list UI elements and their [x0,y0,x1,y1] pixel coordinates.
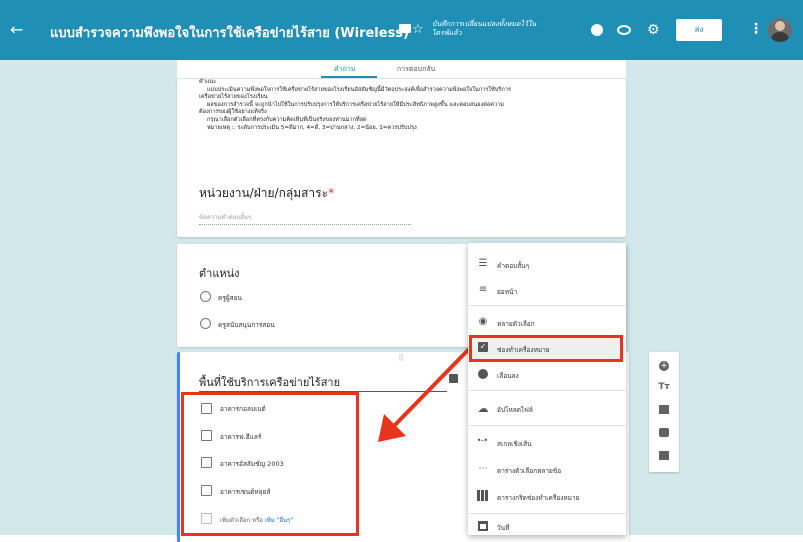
required-mark: * [328,186,335,200]
folder-icon[interactable] [399,24,411,33]
linear-scale-icon: •–• [476,436,488,445]
add-question-icon[interactable]: + [659,361,669,371]
add-image-icon[interactable] [659,405,669,414]
radio-button-icon: ◉ [478,316,488,327]
arrow-left-icon[interactable]: ← [10,22,23,38]
dropdown-icon [478,369,488,379]
palette-icon[interactable] [591,24,603,36]
option-label: ครูสนับสนุนการสอน [218,321,275,329]
menu-item-multiple-choice-grid[interactable]: ตารางตัวเลือกหลายข้อ [497,466,561,476]
cloud-upload-icon: ☁ [477,402,489,415]
short-text-icon: ☰ [478,258,488,269]
menu-divider [468,425,626,426]
grid-dots-icon: ⋯ [478,464,488,474]
annotation-arrow [378,346,472,442]
menu-divider [468,305,626,306]
menu-item-file-upload[interactable]: อัปโหลดไฟล์ [497,405,533,415]
gear-icon[interactable]: ⚙ [647,22,660,38]
radio-button[interactable] [200,318,211,329]
question-title: หน่วยงาน/ฝ่าย/กลุ่มสาระ* [199,186,335,200]
radio-button[interactable] [200,291,211,302]
tab-responses[interactable]: การตอบกลับ [397,64,435,75]
star-icon[interactable]: ☆ [412,22,424,38]
calendar-icon [478,521,488,531]
send-button[interactable]: ส่ง [676,19,722,41]
menu-item-multiple-choice[interactable]: หลายตัวเลือก [497,319,535,329]
menu-divider [468,513,626,514]
option-label: ครูผู้สอน [218,294,242,302]
menu-item-checkbox-grid[interactable]: ตารางกริดช่องทำเครื่องหมาย [497,493,579,503]
question-type-menu [468,243,626,535]
menu-divider [468,390,626,391]
question-title-input[interactable]: พื้นที่ใช้บริการเครือข่ายไร้สาย [199,373,340,391]
add-title-icon[interactable]: Tт [649,382,679,392]
more-vert-icon[interactable]: ⋮ [749,21,763,37]
add-video-icon[interactable] [659,428,669,437]
add-section-icon[interactable] [659,451,669,460]
saved-status: บันทึกการเปลี่ยนแปลงทั้งหมดไว้ในไดรฟ์แล้… [432,20,537,37]
form-title[interactable]: แบบสำรวจความพึงพอใจในการใช้เครือข่ายไร้ส… [50,22,409,43]
form-description[interactable]: คำแนะ แบบประเมินความพึงพอใจการใช้เครือข่… [199,79,619,132]
menu-item-date[interactable]: วันที่ [497,523,509,533]
question-title: ตำแหน่ง [199,267,240,280]
highlight-box-menu [469,335,623,362]
menu-item-linear-scale[interactable]: สเกลเชิงเส้น [497,439,532,449]
menu-item-paragraph[interactable]: ย่อหน้า [497,287,517,297]
paragraph-icon: ≡ [478,284,488,295]
avatar[interactable] [768,18,792,42]
tab-indicator [321,76,377,78]
tab-questions[interactable]: คำถาม [334,64,355,75]
eye-icon[interactable] [617,25,631,35]
grid-checkbox-icon [477,490,488,501]
highlight-box-options [181,392,359,536]
menu-item-dropdown[interactable]: เลื่อนลง [497,371,519,381]
menu-item-short-answer[interactable]: คำตอบสั้นๆ [497,261,529,271]
short-answer-field: ข้อความคำตอบสั้นๆ [199,212,411,225]
